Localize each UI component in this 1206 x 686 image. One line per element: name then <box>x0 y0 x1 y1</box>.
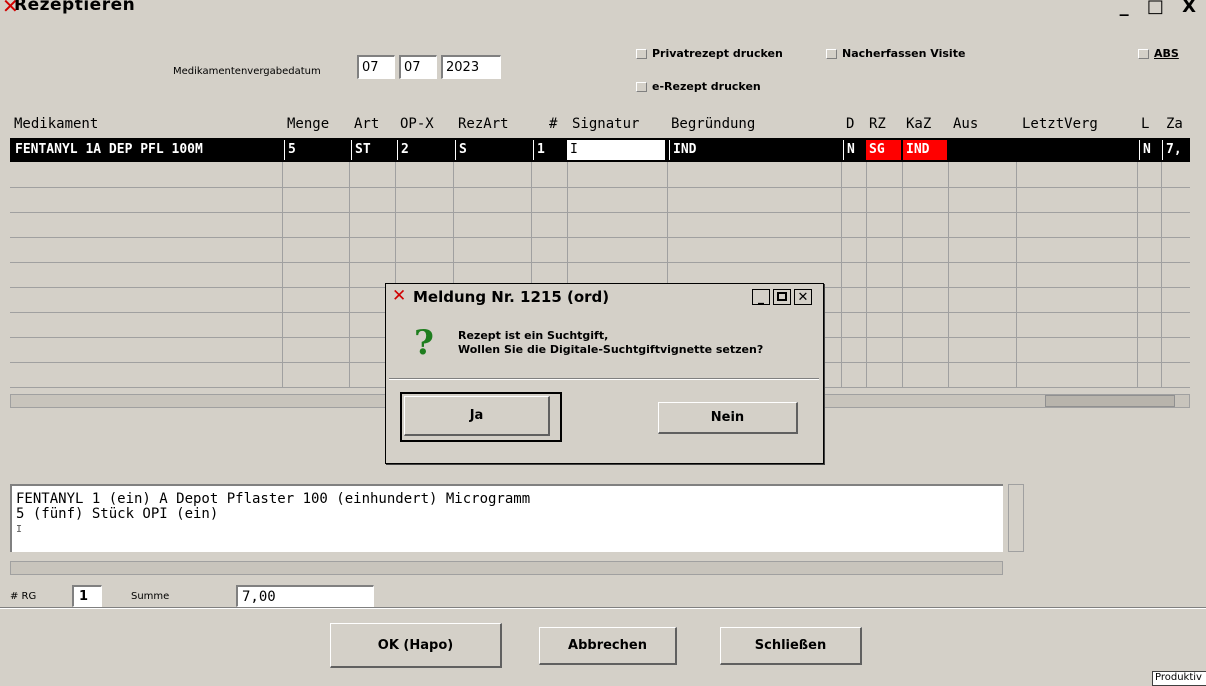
close-x-icon: ✕ <box>392 286 407 306</box>
cell-menge[interactable]: 5 <box>284 140 347 160</box>
rg-label: # RG <box>10 591 37 602</box>
grid-line <box>349 162 350 388</box>
col-header-kaz[interactable]: KaZ <box>906 116 931 132</box>
cell-nr[interactable]: 1 <box>533 140 565 160</box>
cell-signatur-input[interactable]: I <box>567 140 665 160</box>
grid-line <box>866 162 867 388</box>
checkbox-box[interactable] <box>826 48 837 59</box>
grid-line <box>10 187 1190 188</box>
dialog-message-line1: Rezept ist ein Suchtgift, <box>458 329 609 342</box>
year-input[interactable]: 2023 <box>441 55 501 79</box>
cell-opx[interactable]: 2 <box>397 140 451 160</box>
summe-input[interactable]: 7,00 <box>236 585 374 607</box>
window-controls[interactable]: _ □ X <box>1120 0 1202 17</box>
cell-begruendung[interactable]: IND <box>669 140 839 160</box>
window-title: Rezeptieren <box>14 0 136 15</box>
description-line: FENTANYL 1 (ein) A Depot Pflaster 100 (e… <box>16 491 531 507</box>
maximize-icon[interactable] <box>773 289 791 305</box>
ok-hapo-button[interactable]: OK (Hapo) <box>330 623 502 668</box>
grid-line <box>10 212 1190 213</box>
rg-input[interactable]: 1 <box>72 585 102 607</box>
schliessen-button[interactable]: Schließen <box>720 627 862 665</box>
col-header-nr[interactable]: # <box>549 116 557 132</box>
description-line: 5 (fünf) Stück OPI (ein) <box>16 506 219 522</box>
summe-label: Summe <box>131 591 170 602</box>
cell-rz[interactable]: SG <box>866 140 901 160</box>
col-header-signatur[interactable]: Signatur <box>572 116 639 132</box>
message-dialog: ✕ Meldung Nr. 1215 (ord) _ ✕ ? Rezept is… <box>385 283 824 464</box>
cell-rezart[interactable]: S <box>455 140 529 160</box>
textarea-vertical-scrollbar[interactable] <box>1008 484 1024 552</box>
abs-checkbox[interactable]: ABS <box>1138 47 1179 60</box>
cell-d[interactable]: N <box>843 140 864 160</box>
grid-line <box>841 162 842 388</box>
col-header-aus[interactable]: Aus <box>953 116 978 132</box>
grid-line <box>282 162 283 388</box>
checkbox-box[interactable] <box>636 81 647 92</box>
grid-line <box>902 162 903 388</box>
dialog-title: Meldung Nr. 1215 (ord) <box>413 288 610 306</box>
grid-line <box>1016 162 1017 388</box>
col-header-art[interactable]: Art <box>354 116 379 132</box>
checkbox-box[interactable] <box>636 48 647 59</box>
col-header-d[interactable]: D <box>846 116 854 132</box>
dialog-separator <box>389 378 819 380</box>
minimize-icon[interactable]: _ <box>752 289 770 305</box>
scrollbar-thumb[interactable] <box>1045 395 1175 407</box>
grid-line <box>1161 162 1162 388</box>
checkbox-label: Privatrezept drucken <box>652 47 783 60</box>
month-input[interactable]: 07 <box>399 55 437 79</box>
checkbox-box[interactable] <box>1138 48 1149 59</box>
title-bar: ✕ Rezeptieren _ □ X <box>0 0 1206 20</box>
grid-line <box>10 262 1190 263</box>
textarea-horizontal-scrollbar[interactable] <box>10 561 1003 575</box>
col-header-begruendung[interactable]: Begründung <box>671 116 755 132</box>
col-header-medikament[interactable]: Medikament <box>14 116 98 132</box>
nacherfassen-checkbox[interactable]: Nacherfassen Visite <box>826 47 965 60</box>
description-textarea[interactable]: FENTANYL 1 (ein) A Depot Pflaster 100 (e… <box>10 484 1003 552</box>
status-indicator: Produktiv <box>1152 671 1206 686</box>
grid-line <box>10 237 1190 238</box>
checkbox-label: Nacherfassen Visite <box>842 47 966 60</box>
checkbox-label: ABS <box>1154 47 1179 60</box>
col-header-l[interactable]: L <box>1141 116 1149 132</box>
no-button[interactable]: Nein <box>658 402 798 434</box>
abbrechen-button[interactable]: Abbrechen <box>539 627 677 665</box>
erezept-checkbox[interactable]: e-Rezept drucken <box>636 80 761 93</box>
col-header-opx[interactable]: OP-X <box>400 116 434 132</box>
col-header-letztverg[interactable]: LetztVerg <box>1022 116 1098 132</box>
question-icon: ? <box>414 323 434 363</box>
col-header-menge[interactable]: Menge <box>287 116 329 132</box>
separator <box>0 607 1206 609</box>
privatrezept-checkbox[interactable]: Privatrezept drucken <box>636 47 783 60</box>
grid-line <box>948 162 949 388</box>
cell-l[interactable]: N <box>1139 140 1159 160</box>
text-cursor: I <box>16 524 23 535</box>
dialog-title-bar: ✕ Meldung Nr. 1215 (ord) _ ✕ <box>386 284 823 312</box>
close-icon[interactable]: ✕ <box>794 289 812 305</box>
cell-za[interactable]: 7, <box>1162 140 1190 160</box>
cell-kaz[interactable]: IND <box>903 140 947 160</box>
date-label: Medikamentenvergabedatum <box>173 66 321 77</box>
day-input[interactable]: 07 <box>357 55 395 79</box>
yes-button[interactable]: Ja <box>404 396 550 436</box>
cell-art[interactable]: ST <box>351 140 393 160</box>
checkbox-label: e-Rezept drucken <box>652 80 761 93</box>
dialog-message-line2: Wollen Sie die Digitale-Suchtgiftvignett… <box>458 343 764 356</box>
col-header-rezart[interactable]: RezArt <box>458 116 509 132</box>
col-header-rz[interactable]: RZ <box>869 116 886 132</box>
col-header-za[interactable]: Za <box>1166 116 1183 132</box>
cell-medikament[interactable]: FENTANYL 1A DEP PFL 100M <box>12 140 280 160</box>
grid-line <box>1137 162 1138 388</box>
